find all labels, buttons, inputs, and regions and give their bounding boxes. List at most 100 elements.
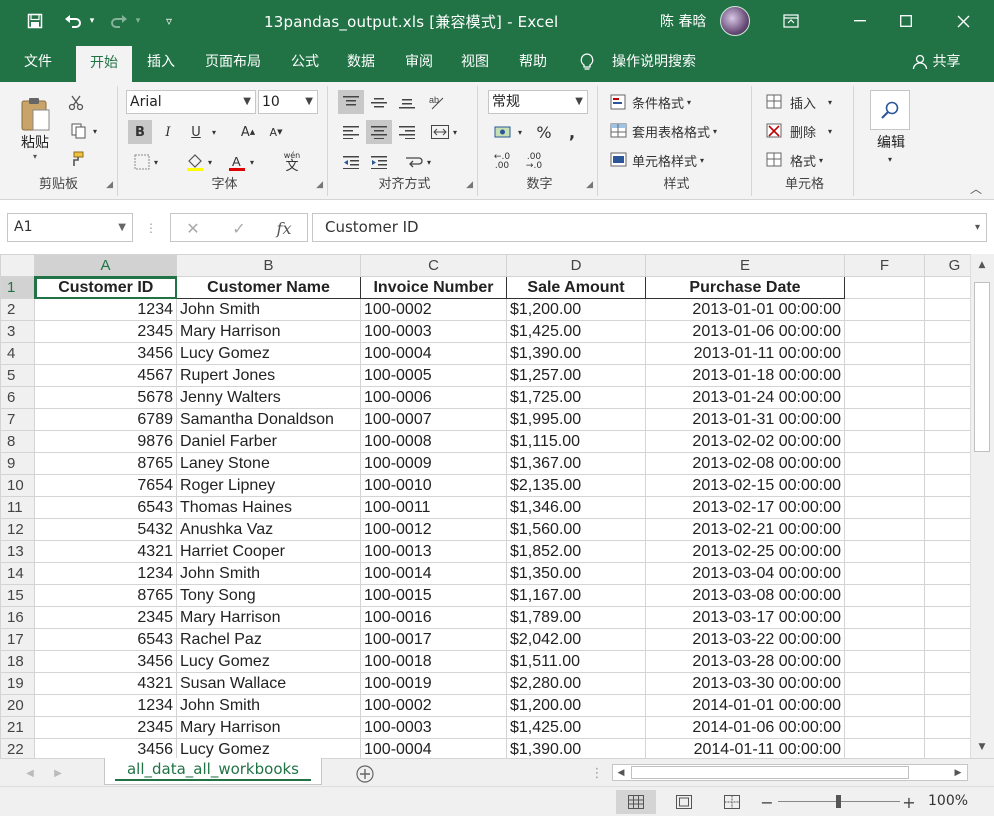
data-cell[interactable]: Lucy Gomez — [176, 738, 361, 758]
close-icon[interactable] — [940, 0, 986, 42]
horizontal-scrollbar[interactable]: ◀ ▶ — [612, 764, 968, 781]
data-cell[interactable]: 6543 — [34, 496, 177, 519]
data-cell[interactable]: John Smith — [176, 562, 361, 585]
data-cell[interactable]: 2013-02-17 00:00:00 — [645, 496, 845, 519]
user-name[interactable]: 陈 春晗 — [660, 11, 706, 31]
accounting-format-icon[interactable]: ▾ — [488, 120, 528, 144]
tab-data[interactable]: 数据 — [338, 42, 384, 82]
data-cell[interactable]: $1,390.00 — [506, 738, 646, 758]
empty-cell[interactable] — [844, 474, 925, 497]
cell-styles-button[interactable]: 单元格样式 ▾ — [610, 148, 744, 172]
bold-button[interactable]: B — [128, 120, 152, 144]
data-cell[interactable]: 2014-01-06 00:00:00 — [645, 716, 845, 739]
sheet-tab-all-data[interactable]: all_data_all_workbooks — [104, 758, 322, 785]
empty-cell[interactable] — [844, 628, 925, 651]
data-cell[interactable]: 2013-03-04 00:00:00 — [645, 562, 845, 585]
delete-cells-button[interactable]: 删除 ▾ — [766, 119, 850, 143]
tell-me-search[interactable]: 操作说明搜索 — [580, 42, 696, 82]
empty-cell[interactable] — [844, 606, 925, 629]
data-cell[interactable]: 4321 — [34, 672, 177, 695]
data-cell[interactable]: 2013-01-31 00:00:00 — [645, 408, 845, 431]
decrease-indent-icon[interactable] — [338, 150, 364, 174]
data-cell[interactable]: 2013-02-25 00:00:00 — [645, 540, 845, 563]
data-cell[interactable]: $1,115.00 — [506, 430, 646, 453]
scroll-up-icon[interactable]: ▲ — [975, 258, 989, 272]
data-cell[interactable]: 3456 — [34, 650, 177, 673]
underline-button[interactable]: U — [184, 120, 208, 144]
row-header[interactable]: 8 — [0, 430, 35, 453]
data-cell[interactable]: $1,725.00 — [506, 386, 646, 409]
row-header[interactable]: 5 — [0, 364, 35, 387]
borders-icon[interactable]: ▾ — [128, 150, 164, 174]
tab-page-layout[interactable]: 页面布局 — [196, 42, 270, 82]
page-break-view-icon[interactable] — [712, 790, 752, 814]
zoom-level[interactable]: 100% — [928, 793, 968, 809]
phonetic-guide-icon[interactable]: wén 文 — [272, 150, 312, 174]
data-cell[interactable]: 2014-01-11 00:00:00 — [645, 738, 845, 758]
row-header[interactable]: 12 — [0, 518, 35, 541]
data-cell[interactable]: Tony Song — [176, 584, 361, 607]
percent-style-icon[interactable]: % — [532, 120, 556, 144]
data-cell[interactable]: 100-0004 — [360, 342, 507, 365]
data-cell[interactable]: 100-0002 — [360, 298, 507, 321]
decrease-decimal-icon[interactable]: .00 →.0 — [520, 150, 548, 174]
data-cell[interactable]: 100-0014 — [360, 562, 507, 585]
data-cell[interactable]: 100-0003 — [360, 320, 507, 343]
row-header[interactable]: 1 — [0, 276, 36, 299]
empty-cell[interactable] — [844, 364, 925, 387]
formula-bar-grip-icon[interactable]: ⋮ — [145, 218, 157, 238]
avatar[interactable] — [720, 6, 750, 36]
data-cell[interactable]: 1234 — [34, 298, 177, 321]
column-header-a[interactable]: A — [34, 254, 177, 278]
column-header-f[interactable]: F — [844, 254, 925, 277]
data-cell[interactable]: 2013-01-01 00:00:00 — [645, 298, 845, 321]
data-cell[interactable]: 2013-02-21 00:00:00 — [645, 518, 845, 541]
data-cell[interactable]: Mary Harrison — [176, 716, 361, 739]
row-header[interactable]: 10 — [0, 474, 35, 497]
data-cell[interactable]: 2013-03-22 00:00:00 — [645, 628, 845, 651]
empty-cell[interactable] — [844, 562, 925, 585]
data-cell[interactable]: 2013-03-17 00:00:00 — [645, 606, 845, 629]
data-cell[interactable]: 2013-03-30 00:00:00 — [645, 672, 845, 695]
normal-view-icon[interactable] — [616, 790, 656, 814]
align-top-icon[interactable] — [338, 90, 364, 114]
data-cell[interactable]: Harriet Cooper — [176, 540, 361, 563]
data-cell[interactable]: John Smith — [176, 694, 361, 717]
data-cell[interactable]: 100-0003 — [360, 716, 507, 739]
data-cell[interactable]: $2,280.00 — [506, 672, 646, 695]
data-cell[interactable]: 100-0008 — [360, 430, 507, 453]
confirm-entry-icon[interactable]: ✓ — [227, 217, 251, 239]
tab-formulas[interactable]: 公式 — [282, 42, 328, 82]
column-header-c[interactable]: C — [360, 254, 507, 277]
empty-cell[interactable] — [844, 584, 925, 607]
data-cell[interactable]: 2013-02-02 00:00:00 — [645, 430, 845, 453]
minimize-icon[interactable] — [837, 0, 883, 42]
undo-icon[interactable] — [60, 8, 86, 34]
data-cell[interactable]: Anushka Vaz — [176, 518, 361, 541]
tab-view[interactable]: 视图 — [452, 42, 498, 82]
data-cell[interactable]: $1,425.00 — [506, 320, 646, 343]
data-cell[interactable]: 100-0019 — [360, 672, 507, 695]
data-cell[interactable]: 8765 — [34, 452, 177, 475]
column-header-e[interactable]: E — [645, 254, 845, 277]
horizontal-scroll-thumb[interactable] — [631, 766, 909, 779]
data-cell[interactable]: Rupert Jones — [176, 364, 361, 387]
data-cell[interactable]: 100-0013 — [360, 540, 507, 563]
ribbon-display-options-icon[interactable] — [768, 0, 814, 42]
data-cell[interactable]: 2014-01-01 00:00:00 — [645, 694, 845, 717]
column-header-d[interactable]: D — [506, 254, 646, 277]
align-right-icon[interactable] — [394, 120, 420, 144]
editing-dropdown-icon[interactable]: ▾ — [882, 152, 898, 166]
row-header[interactable]: 3 — [0, 320, 35, 343]
copy-icon[interactable]: ▾ — [64, 120, 104, 142]
data-cell[interactable]: 2013-01-11 00:00:00 — [645, 342, 845, 365]
editing-button-label[interactable]: 编辑 — [864, 132, 918, 152]
empty-cell[interactable] — [844, 518, 925, 541]
format-painter-icon[interactable] — [64, 148, 88, 170]
decrease-font-size-icon[interactable]: A ▼ — [264, 120, 288, 144]
empty-cell[interactable] — [844, 672, 925, 695]
scroll-left-icon[interactable]: ◀ — [614, 766, 628, 779]
select-all-corner[interactable] — [0, 254, 35, 277]
data-cell[interactable]: Lucy Gomez — [176, 650, 361, 673]
header-cell[interactable]: Customer ID — [34, 276, 177, 299]
